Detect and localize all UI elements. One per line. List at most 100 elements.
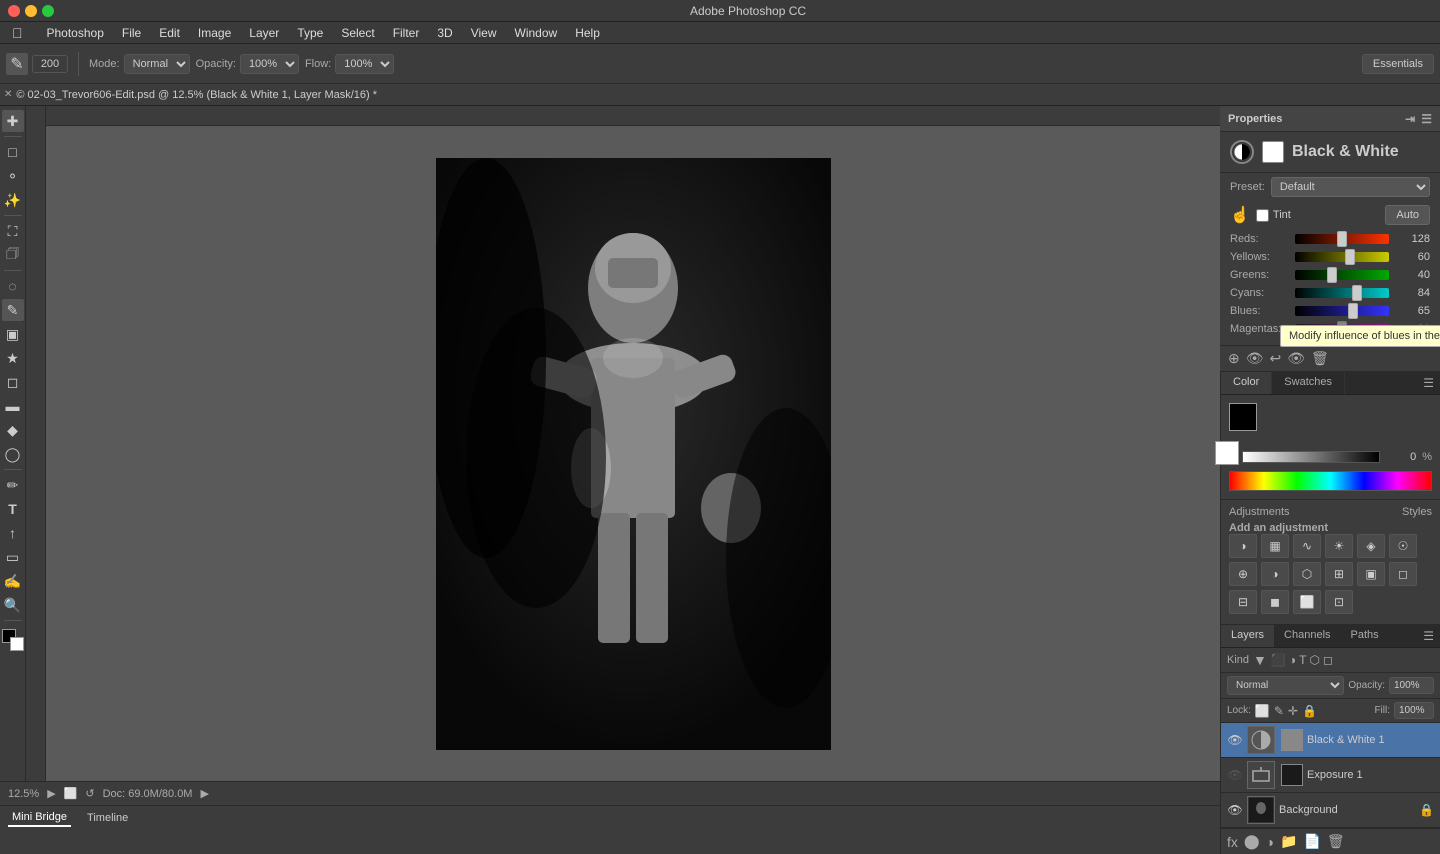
kind-dropdown-icon[interactable]: ▼: [1253, 652, 1267, 668]
group-layers-icon[interactable]: 📁: [1280, 833, 1297, 850]
tab-close-icon[interactable]: ✕: [4, 89, 12, 100]
shape-tool[interactable]: ▭: [2, 546, 24, 568]
brush-tool-btn[interactable]: ✎: [6, 53, 28, 75]
new-layer-icon[interactable]: 📄: [1303, 833, 1320, 850]
text-tool[interactable]: T: [2, 498, 24, 520]
curves-icon[interactable]: ∿: [1293, 534, 1321, 558]
opacity-input[interactable]: 100%: [1389, 677, 1434, 694]
gradient-tool[interactable]: ▬: [2, 395, 24, 417]
mode-select[interactable]: Normal: [124, 54, 190, 74]
color-preview-boxes[interactable]: [1229, 403, 1275, 443]
channel-mixer-icon[interactable]: ⊞: [1325, 562, 1353, 586]
timeline-tab[interactable]: Timeline: [83, 810, 132, 826]
swatches-tab[interactable]: Swatches: [1272, 372, 1345, 394]
tint-checkbox[interactable]: [1256, 209, 1269, 222]
color-spectrum[interactable]: [1229, 471, 1432, 491]
eraser-tool[interactable]: ◻: [2, 371, 24, 393]
pen-tool[interactable]: ✏: [2, 474, 24, 496]
layer-vis-bw[interactable]: 👁: [1227, 732, 1243, 748]
menu-image[interactable]: Image: [190, 24, 239, 42]
yellows-thumb[interactable]: [1345, 249, 1355, 265]
brush-size-input[interactable]: 200: [32, 55, 68, 73]
menu-edit[interactable]: Edit: [151, 24, 188, 42]
history-icon[interactable]: ↩: [1270, 350, 1282, 367]
menu-view[interactable]: View: [463, 24, 505, 42]
channels-tab[interactable]: Channels: [1274, 625, 1340, 647]
photo-canvas[interactable]: [436, 158, 831, 750]
cyans-slider[interactable]: [1295, 288, 1389, 298]
eyedropper-tool[interactable]: 🗇: [2, 244, 24, 266]
flow-select[interactable]: 100%: [335, 54, 394, 74]
layer-item-bw[interactable]: 👁 Black & White 1: [1221, 723, 1440, 758]
link-layers-icon[interactable]: fx: [1227, 834, 1238, 850]
healing-tool[interactable]: ◌: [2, 275, 24, 297]
brightness-contrast-icon[interactable]: ◑: [1229, 534, 1257, 558]
mini-bridge-tab[interactable]: Mini Bridge: [8, 809, 71, 827]
history-brush[interactable]: ★: [2, 347, 24, 369]
bg-color-large[interactable]: [1215, 441, 1239, 465]
blend-mode-select[interactable]: Normal: [1227, 676, 1344, 695]
reds-thumb[interactable]: [1337, 231, 1347, 247]
layer-item-background[interactable]: 👁 Background 🔒: [1221, 793, 1440, 828]
fill-input[interactable]: 100%: [1394, 702, 1434, 719]
yellows-slider[interactable]: [1295, 252, 1389, 262]
blues-thumb[interactable]: [1348, 303, 1358, 319]
color-balance-icon[interactable]: ⊕: [1229, 562, 1257, 586]
clone-tool[interactable]: ▣: [2, 323, 24, 345]
menu-file[interactable]: File: [114, 24, 149, 42]
tint-label[interactable]: Tint: [1256, 209, 1291, 222]
menu-help[interactable]: Help: [567, 24, 608, 42]
adjustment-layer-icon[interactable]: ◑: [1266, 834, 1274, 850]
menu-icon[interactable]: ☰: [1421, 112, 1432, 126]
threshold-icon[interactable]: ◼: [1261, 590, 1289, 614]
lock-position-icon[interactable]: ✛: [1288, 704, 1298, 718]
toggle-view-icon[interactable]: 👁: [1246, 350, 1264, 367]
hue-sat-icon[interactable]: ☉: [1389, 534, 1417, 558]
selective-color-icon[interactable]: ⊡: [1325, 590, 1353, 614]
zoom-tool[interactable]: 🔍: [2, 594, 24, 616]
lock-all-icon[interactable]: 🔒: [1302, 704, 1317, 718]
arrow-right[interactable]: ▶: [200, 787, 208, 800]
filter-smart-icon[interactable]: ◻: [1323, 653, 1333, 667]
color-lookup-icon[interactable]: ▣: [1357, 562, 1385, 586]
hand-tool[interactable]: ✍: [2, 570, 24, 592]
dodge-tool[interactable]: ◯: [2, 443, 24, 465]
add-mask-icon[interactable]: ⬤: [1244, 833, 1260, 850]
filter-pixel-icon[interactable]: ⬛: [1271, 653, 1286, 667]
panel-options-icon[interactable]: ☰: [1417, 372, 1440, 394]
delete-layer-icon[interactable]: 🗑: [1327, 833, 1345, 850]
layers-options-icon[interactable]: ☰: [1417, 625, 1440, 647]
posterize-icon[interactable]: ⊟: [1229, 590, 1257, 614]
preset-select[interactable]: Default: [1271, 177, 1430, 197]
opacity-select[interactable]: 100%: [240, 54, 299, 74]
apple-menu[interactable]: : [4, 23, 31, 43]
nav-icon[interactable]: ▶: [47, 787, 55, 800]
expand-icon[interactable]: ⇥: [1405, 112, 1415, 126]
bw-adj-icon[interactable]: ◑: [1261, 562, 1289, 586]
move-tool[interactable]: ✚: [2, 110, 24, 132]
lasso-tool[interactable]: ⚬: [2, 165, 24, 187]
menu-layer[interactable]: Layer: [241, 24, 287, 42]
mask-icon[interactable]: ⊕: [1228, 350, 1240, 367]
minimize-button[interactable]: [25, 5, 37, 17]
exposure-icon[interactable]: ☀: [1325, 534, 1353, 558]
layers-tab[interactable]: Layers: [1221, 625, 1274, 647]
greens-thumb[interactable]: [1327, 267, 1337, 283]
layer-vis-bg[interactable]: 👁: [1227, 802, 1243, 818]
levels-icon[interactable]: ▦: [1261, 534, 1289, 558]
essentials-button[interactable]: Essentials: [1362, 54, 1434, 74]
paths-tab[interactable]: Paths: [1341, 625, 1389, 647]
finger-tool-icon[interactable]: ☝: [1230, 205, 1250, 225]
color-boxes[interactable]: [2, 629, 24, 651]
fg-color-large[interactable]: [1229, 403, 1257, 431]
color-tab[interactable]: Color: [1221, 372, 1272, 394]
k-track[interactable]: [1242, 451, 1380, 463]
filter-adjustment-icon[interactable]: ◑: [1289, 653, 1296, 667]
marquee-tool[interactable]: □: [2, 141, 24, 163]
layer-vis-exposure[interactable]: 👁: [1227, 767, 1243, 783]
layer-item-exposure[interactable]: 👁 Exposure 1: [1221, 758, 1440, 793]
background-color[interactable]: [10, 637, 24, 651]
gradient-map-icon[interactable]: ⬜: [1293, 590, 1321, 614]
filter-shape-icon[interactable]: ⬡: [1309, 653, 1319, 667]
menu-photoshop[interactable]: Photoshop: [39, 24, 112, 42]
